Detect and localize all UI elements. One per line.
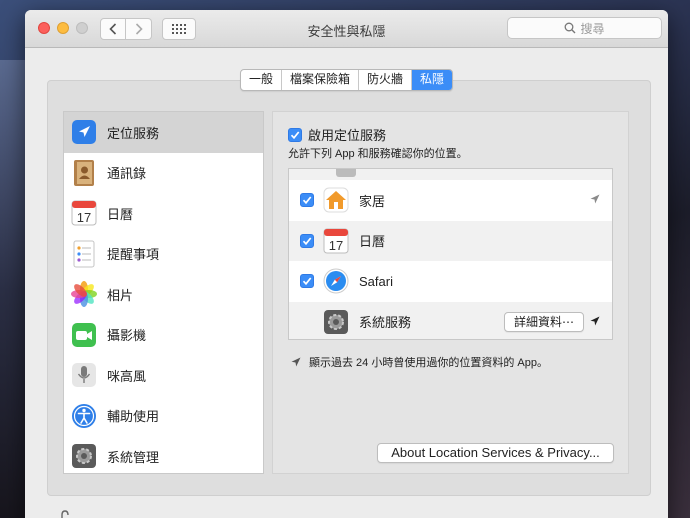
- search-placeholder: 搜尋: [580, 21, 605, 36]
- location-arrow-icon: [590, 194, 600, 204]
- app-name: 家居: [359, 193, 386, 209]
- tab-bar: 一般 檔案保險箱 防火牆 私隱: [25, 69, 668, 91]
- app-name: Safari: [359, 273, 393, 289]
- sidebar-item-label: 定位服務: [107, 125, 160, 141]
- accessibility-icon: [70, 402, 98, 430]
- sidebar-item-location-services[interactable]: 定位服務: [64, 112, 263, 153]
- enable-location-label: 啟用定位服務: [308, 128, 387, 143]
- checkmark-icon: [302, 196, 312, 205]
- calendar-icon: 17: [70, 199, 98, 227]
- location-arrow-icon: [291, 357, 301, 367]
- system-services-icon: [322, 308, 350, 336]
- location-services-pane: 啟用定位服務 允許下列 App 和服務確認你的位置。 家居 17 日曆 Safa…: [272, 111, 629, 474]
- details-button[interactable]: 詳細資料⋯: [503, 311, 584, 332]
- about-location-privacy-button[interactable]: About Location Services & Privacy...: [377, 443, 614, 463]
- app-name: 日曆: [359, 234, 386, 250]
- sidebar-item-photos[interactable]: 相片: [64, 274, 263, 315]
- sidebar-item-system-admin[interactable]: 系統管理: [64, 436, 263, 477]
- checkmark-icon: [290, 130, 300, 139]
- enable-location-checkbox[interactable]: [288, 127, 302, 142]
- list-item-safari: Safari: [289, 261, 612, 302]
- tab-privacy[interactable]: 私隱: [412, 70, 453, 90]
- safari-icon: [322, 267, 350, 295]
- microphone-icon: [70, 361, 98, 389]
- sidebar-item-label: 輔助使用: [107, 409, 160, 425]
- tab-filevault[interactable]: 檔案保險箱: [282, 70, 359, 90]
- sidebar-item-contacts[interactable]: 通訊錄: [64, 153, 263, 194]
- location-arrow-icon: [590, 316, 600, 325]
- recent-use-footnote: 顯示過去 24 小時曾使用過你的位置資料的 App。: [291, 354, 548, 370]
- svg-text:17: 17: [77, 210, 91, 225]
- footnote-text: 顯示過去 24 小時曾使用過你的位置資料的 App。: [309, 357, 548, 369]
- list-item-partial: [289, 169, 612, 180]
- contacts-icon: [70, 159, 98, 187]
- calendar-icon: 17: [322, 227, 350, 255]
- preferences-window: 安全性與私隱 搜尋 一般 檔案保險箱 防火牆 私隱 定位服務 通訊錄 17 日曆…: [25, 10, 668, 518]
- lock-icon[interactable]: [59, 510, 71, 518]
- svg-text:17: 17: [329, 238, 343, 253]
- app-icon-partial: [336, 169, 356, 177]
- home-checkbox[interactable]: [300, 193, 314, 208]
- sidebar-item-label: 相片: [107, 287, 134, 303]
- sidebar-item-microphone[interactable]: 咪高風: [64, 355, 263, 396]
- checkmark-icon: [302, 277, 312, 286]
- sidebar-item-reminders[interactable]: 提醒事項: [64, 234, 263, 275]
- tab-general[interactable]: 一般: [241, 70, 282, 90]
- sidebar-item-label: 咪高風: [107, 368, 147, 384]
- list-item-home: 家居: [289, 180, 612, 221]
- sidebar-item-camera[interactable]: 攝影機: [64, 315, 263, 356]
- tab-firewall[interactable]: 防火牆: [359, 70, 413, 90]
- list-item-system-services: 系統服務 詳細資料⋯: [289, 301, 612, 339]
- title-bar: 安全性與私隱 搜尋: [25, 10, 668, 48]
- app-name: 系統服務: [359, 315, 412, 331]
- reminders-icon: [70, 240, 98, 268]
- safari-checkbox[interactable]: [300, 274, 314, 289]
- privacy-category-list: 定位服務 通訊錄 17 日曆 提醒事項 相片 攝影機 咪高風 輔助使用 系統管理: [63, 111, 264, 474]
- location-description: 允許下列 App 和服務確認你的位置。: [288, 148, 468, 160]
- search-field[interactable]: 搜尋: [507, 17, 662, 39]
- sidebar-item-accessibility[interactable]: 輔助使用: [64, 396, 263, 437]
- location-app-list: 家居 17 日曆 Safari 系統服務 詳細資料⋯: [288, 168, 613, 340]
- search-icon: [565, 22, 576, 34]
- home-app-icon: [322, 186, 350, 214]
- checkmark-icon: [302, 237, 312, 245]
- sidebar-item-label: 系統管理: [107, 449, 160, 465]
- sidebar-item-calendar[interactable]: 17 日曆: [64, 193, 263, 234]
- list-item-calendar: 17 日曆: [289, 220, 612, 261]
- sidebar-item-label: 日曆: [107, 206, 134, 222]
- camera-icon: [70, 321, 98, 349]
- sidebar-item-label: 攝影機: [107, 328, 147, 344]
- photos-icon: [70, 280, 98, 308]
- enable-location-services-row: 啟用定位服務: [288, 125, 386, 144]
- calendar-checkbox[interactable]: [300, 233, 314, 248]
- sidebar-item-label: 通訊錄: [107, 166, 147, 182]
- location-services-icon: [70, 118, 98, 146]
- tab-segment: 一般 檔案保險箱 防火牆 私隱: [239, 69, 454, 91]
- sidebar-item-label: 提醒事項: [107, 247, 160, 263]
- system-admin-icon: [70, 442, 98, 470]
